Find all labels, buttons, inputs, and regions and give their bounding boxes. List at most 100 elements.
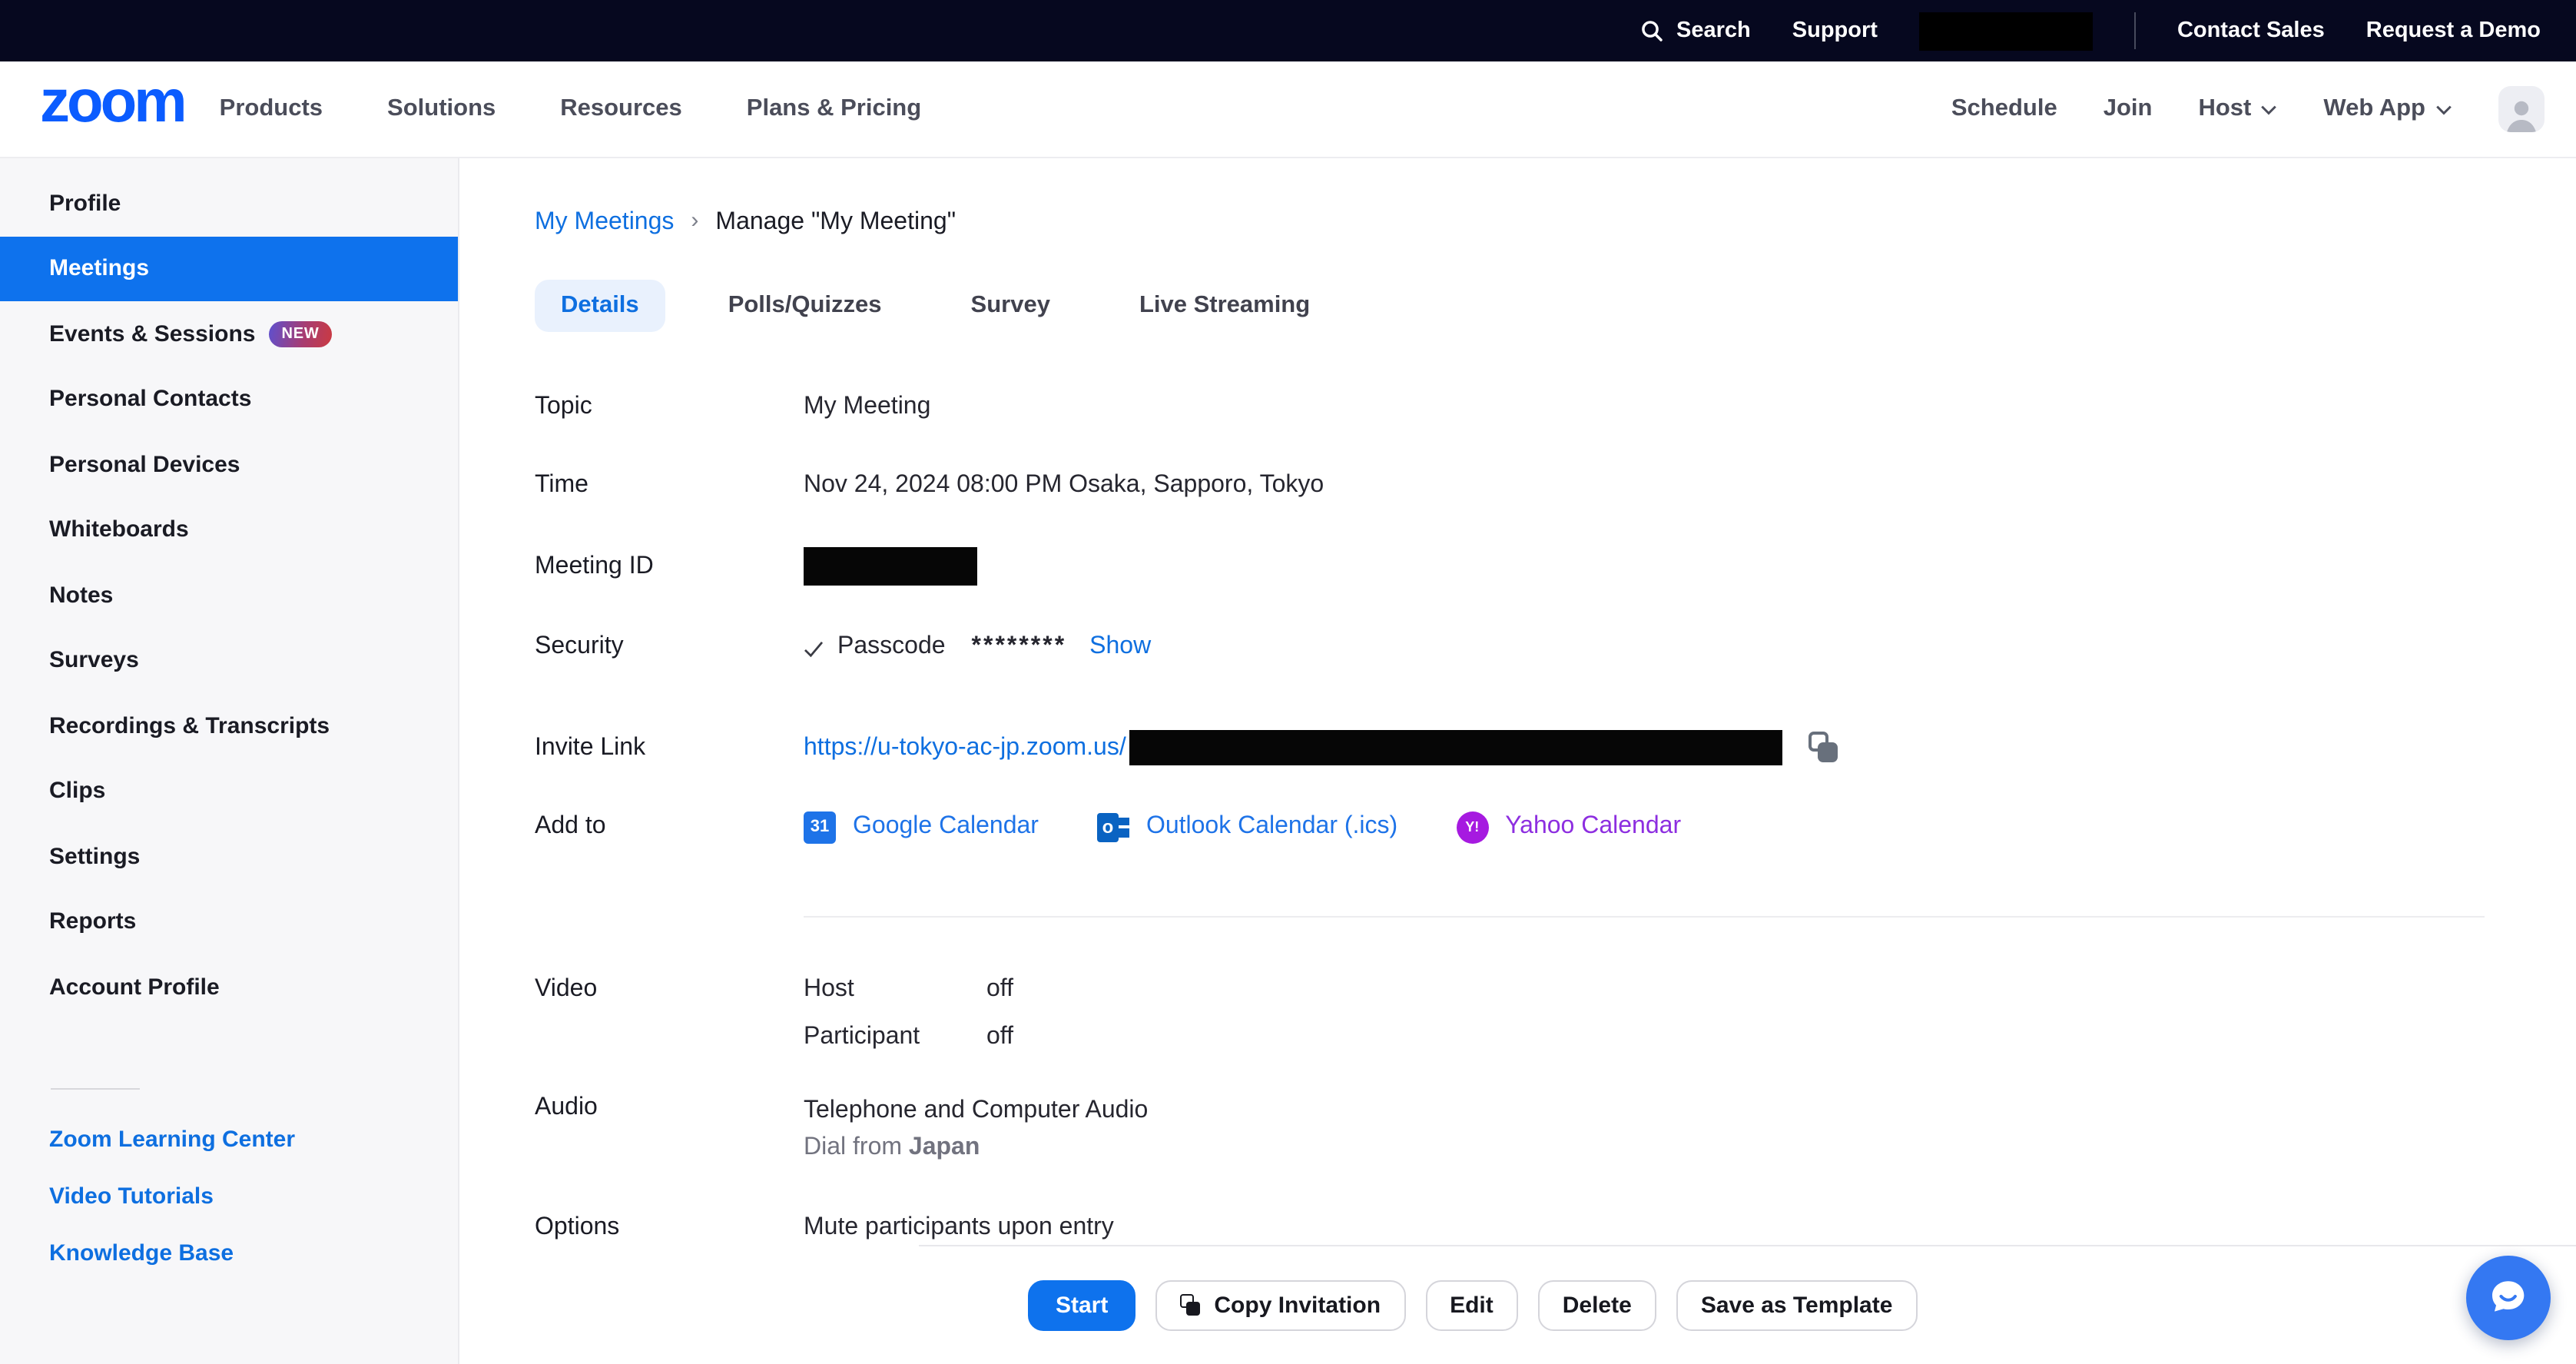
video-label: Video [535, 965, 804, 1013]
new-badge: NEW [269, 320, 331, 347]
video-row: Video Host off Participant off [535, 965, 2576, 1060]
topbar-divider [2134, 12, 2136, 49]
edit-button[interactable]: Edit [1425, 1279, 1518, 1330]
sidebar-item-clips[interactable]: Clips [0, 758, 458, 824]
web-app-dropdown[interactable]: Web App [2323, 95, 2452, 123]
options-label: Options [535, 1211, 804, 1245]
sidebar-item-reports[interactable]: Reports [0, 889, 458, 954]
delete-button[interactable]: Delete [1538, 1279, 1656, 1330]
tab-details[interactable]: Details [535, 280, 665, 332]
google-calendar-link[interactable]: 31 Google Calendar [804, 811, 1039, 843]
sidebar-item-profile[interactable]: Profile [0, 171, 458, 236]
security-label: Security [535, 633, 804, 661]
sidebar-item-account-profile[interactable]: Account Profile [0, 954, 458, 1020]
video-participant-value: off [986, 1013, 1013, 1060]
audio-row: Audio Telephone and Computer Audio Dial … [535, 1094, 2576, 1167]
time-value: Nov 24, 2024 08:00 PM Osaka, Sapporo, To… [804, 472, 1324, 499]
sidebar-item-personal-contacts[interactable]: Personal Contacts [0, 367, 458, 432]
zoom-web-portal-page: Search Support Contact Sales Request a D… [0, 0, 2576, 1364]
invite-link-label: Invite Link [535, 734, 804, 762]
invite-link-row: Invite Link https://u-tokyo-ac-jp.zoom.u… [535, 730, 2576, 765]
breadcrumb-chevron-icon: › [691, 204, 698, 238]
sidebar-item-recordings-transcripts[interactable]: Recordings & Transcripts [0, 693, 458, 758]
breadcrumb: My Meetings › Manage "My Meeting" [535, 206, 2576, 240]
outlook-calendar-link[interactable]: o Outlook Calendar (.ics) [1097, 811, 1397, 843]
content-area: Profile Meetings Events & Sessions NEW P… [0, 158, 2576, 1364]
request-demo-link[interactable]: Request a Demo [2366, 18, 2541, 43]
topic-row: Topic My Meeting [535, 390, 2576, 424]
topbar-support-link[interactable]: Support [1792, 18, 1878, 43]
contact-sales-link[interactable]: Contact Sales [2177, 18, 2325, 43]
sidebar-item-meetings[interactable]: Meetings [0, 236, 458, 301]
google-calendar-icon: 31 [804, 811, 836, 843]
redacted-account-name [1919, 12, 2093, 50]
sidebar-item-whiteboards[interactable]: Whiteboards [0, 497, 458, 563]
zoom-learning-center-link[interactable]: Zoom Learning Center [0, 1110, 458, 1167]
join-link[interactable]: Join [2104, 95, 2153, 123]
meeting-id-label: Meeting ID [535, 553, 804, 580]
meeting-details: Topic My Meeting Time Nov 24, 2024 08:00… [535, 390, 2576, 844]
video-host-value: off [986, 965, 1013, 1013]
support-chat-button[interactable] [2465, 1255, 2550, 1339]
schedule-link[interactable]: Schedule [1951, 95, 2057, 123]
save-as-template-button[interactable]: Save as Template [1676, 1279, 1918, 1330]
tab-live-streaming[interactable]: Live Streaming [1113, 280, 1336, 332]
host-dropdown[interactable]: Host [2198, 95, 2277, 123]
show-passcode-link[interactable]: Show [1089, 633, 1151, 661]
options-value: Mute participants upon entry [804, 1211, 1114, 1245]
person-icon [2501, 95, 2541, 132]
tab-polls-quizzes[interactable]: Polls/Quizzes [702, 280, 908, 332]
action-footer: Start Copy Invitation Edit Delete Save a… [919, 1244, 2576, 1364]
sidebar-item-personal-devices[interactable]: Personal Devices [0, 432, 458, 497]
user-avatar[interactable] [2498, 86, 2544, 132]
sidebar: Profile Meetings Events & Sessions NEW P… [0, 158, 459, 1364]
zoom-logo[interactable]: zoom [40, 76, 184, 130]
tab-survey[interactable]: Survey [945, 280, 1076, 332]
sidebar-item-events-sessions[interactable]: Events & Sessions NEW [0, 301, 458, 367]
host-dropdown-label: Host [2198, 95, 2251, 123]
section-divider [804, 916, 2485, 918]
breadcrumb-current: Manage "My Meeting" [715, 206, 956, 240]
add-to-row: Add to 31 Google Calendar o Outlook Cale… [535, 810, 2576, 844]
sidebar-item-settings[interactable]: Settings [0, 824, 458, 889]
sidebar-menu: Profile Meetings Events & Sessions NEW P… [0, 171, 458, 1020]
meeting-manage-panel: My Meetings › Manage "My Meeting" Detail… [459, 158, 2576, 1364]
passcode-mask: ******** [972, 633, 1067, 661]
web-app-dropdown-label: Web App [2323, 95, 2425, 123]
yahoo-calendar-link[interactable]: Y! Yahoo Calendar [1456, 811, 1681, 843]
nav-item-plans-pricing[interactable]: Plans & Pricing [747, 95, 921, 123]
redacted-meeting-id [804, 547, 977, 586]
search-icon [1639, 18, 1664, 43]
video-host-line: Host off [804, 965, 1013, 1013]
sidebar-help-links: Zoom Learning Center Video Tutorials Kno… [0, 1110, 458, 1281]
add-to-label: Add to [535, 813, 804, 841]
copy-invite-link-icon[interactable] [1809, 732, 1839, 764]
video-host-label: Host [804, 965, 986, 1013]
passcode-label: Passcode [837, 633, 946, 661]
outlook-calendar-icon: o [1097, 811, 1129, 843]
nav-item-solutions[interactable]: Solutions [387, 95, 496, 123]
breadcrumb-my-meetings-link[interactable]: My Meetings [535, 206, 674, 240]
invite-url-link[interactable]: https://u-tokyo-ac-jp.zoom.us/ [804, 734, 1126, 762]
video-tutorials-link[interactable]: Video Tutorials [0, 1167, 458, 1224]
sidebar-item-notes[interactable]: Notes [0, 563, 458, 628]
topbar-search[interactable]: Search [1639, 18, 1751, 43]
sidebar-divider [51, 1087, 140, 1089]
copy-invitation-button[interactable]: Copy Invitation [1155, 1279, 1405, 1330]
audio-label: Audio [535, 1094, 804, 1122]
time-row: Time Nov 24, 2024 08:00 PM Osaka, Sappor… [535, 469, 2576, 503]
topbar-search-label: Search [1676, 18, 1751, 43]
options-row: Options Mute participants upon entry [535, 1211, 2576, 1245]
audio-value: Telephone and Computer Audio [804, 1094, 1148, 1128]
copy-icon [1180, 1293, 1202, 1316]
nav-item-resources[interactable]: Resources [560, 95, 682, 123]
time-label: Time [535, 472, 804, 499]
nav-menu: Products Solutions Resources Plans & Pri… [220, 95, 922, 123]
redacted-invite-link [1129, 730, 1782, 765]
main-navbar: zoom Products Solutions Resources Plans … [0, 61, 2576, 158]
nav-item-products[interactable]: Products [220, 95, 323, 123]
start-button[interactable]: Start [1028, 1279, 1135, 1330]
sidebar-item-surveys[interactable]: Surveys [0, 628, 458, 693]
dial-from-country: Japan [909, 1134, 980, 1160]
knowledge-base-link[interactable]: Knowledge Base [0, 1224, 458, 1281]
